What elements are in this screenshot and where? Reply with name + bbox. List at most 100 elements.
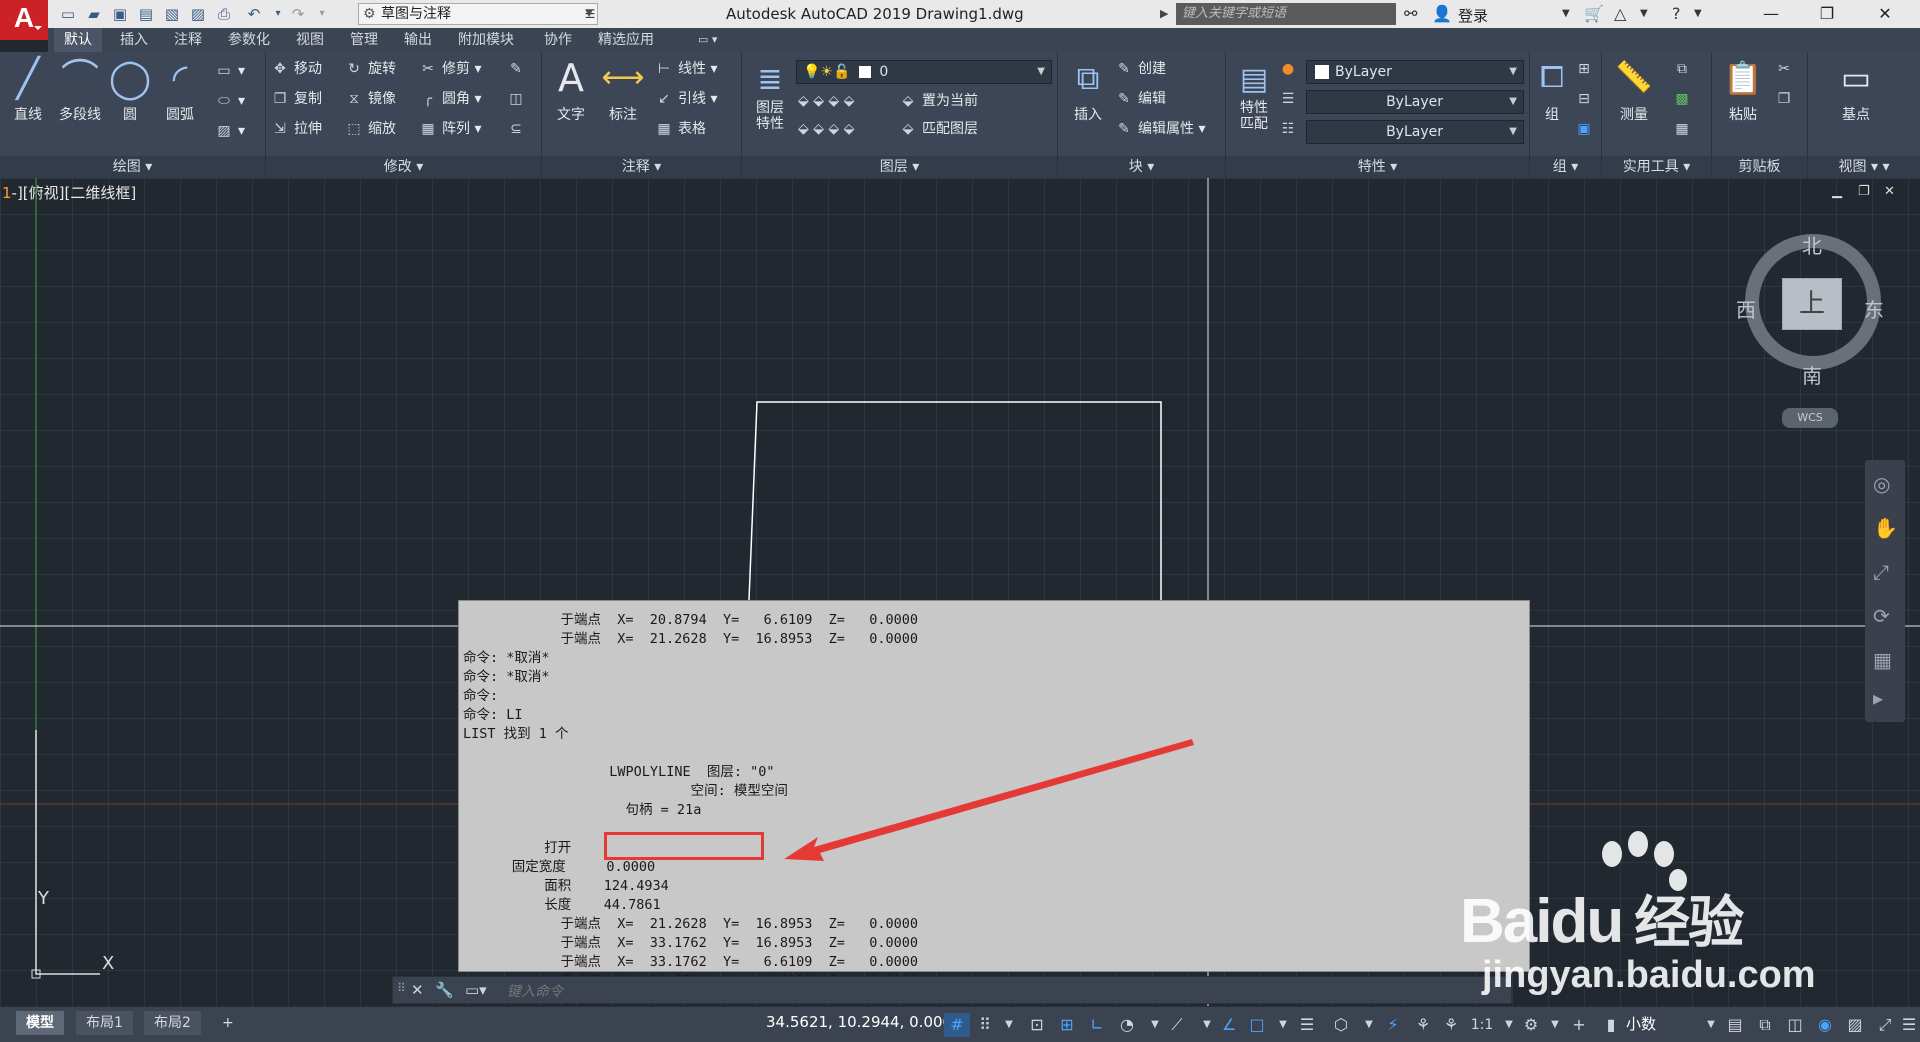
panel-annotation-title[interactable]: 注释 ▾ [542, 156, 741, 178]
wcs-menu[interactable]: WCS [1782, 408, 1838, 428]
snap-dropdown-icon[interactable]: ▼ [996, 1013, 1022, 1037]
insert-button[interactable]: ⧉ 插入 [1062, 56, 1114, 124]
fullscreen-icon[interactable]: ⤢ [1872, 1013, 1898, 1037]
dynamic-input-icon[interactable]: ⊞ [1054, 1013, 1080, 1037]
cart-icon[interactable]: 🛒 [1584, 3, 1604, 25]
wrench-icon[interactable]: 🔧 [435, 981, 454, 999]
isolate-objects-icon[interactable]: ◫ [1782, 1013, 1808, 1037]
linetype-dropdown[interactable]: ByLayer ▼ [1306, 90, 1524, 114]
panel-properties-title[interactable]: 特性 ▾ [1226, 156, 1529, 178]
workspace-dropdown-icon[interactable]: ▼ [1542, 1013, 1568, 1037]
a360-icon[interactable]: △ [1614, 3, 1626, 25]
lineweight-icon[interactable]: ☷ [1278, 118, 1302, 140]
edit-block-button[interactable]: ✎ 编辑 [1114, 88, 1166, 110]
edit-attribute-button[interactable]: ✎ 编辑属性 ▾ [1114, 118, 1205, 140]
search-input[interactable]: 键入关键字或短语 [1176, 3, 1396, 25]
erase-icon[interactable]: ✎ [506, 58, 530, 80]
isodraft-icon[interactable]: ⟋ [1164, 1013, 1190, 1037]
tab-featured-apps[interactable]: 精选应用 [588, 28, 664, 52]
workspace-gear-icon[interactable]: ⚙ [1518, 1013, 1544, 1037]
units-dropdown-icon[interactable]: ▼ [1698, 1013, 1724, 1037]
linetype-icon[interactable]: ☰ [1278, 88, 1302, 110]
tab-manage[interactable]: 管理 [340, 28, 388, 52]
save-as-icon[interactable]: ▤ [136, 4, 156, 24]
add-layout-icon[interactable]: + [212, 1011, 244, 1035]
showmotion-icon[interactable]: ▦ [1873, 648, 1892, 672]
arc-button[interactable]: ◜ 圆弧 [156, 56, 204, 124]
tab-view[interactable]: 视图 [286, 28, 334, 52]
help-dropdown-icon[interactable]: ▼ [1694, 3, 1702, 25]
qat-customize-icon[interactable]: ☰ [580, 4, 600, 24]
trim-button[interactable]: ✂ 修剪 ▾ [418, 58, 481, 80]
lock-ui-icon[interactable]: ⧉ [1752, 1013, 1778, 1037]
scale-value[interactable]: 1:1 [1466, 1013, 1498, 1037]
ortho-icon[interactable]: ∟ [1084, 1013, 1110, 1037]
object-snap-dropdown-icon[interactable]: ▼ [1270, 1013, 1296, 1037]
annotation-visibility-icon[interactable]: ⚡ [1380, 1013, 1406, 1037]
tab-parametric[interactable]: 参数化 [218, 28, 280, 52]
navbar-options-icon[interactable]: ▸ [1873, 686, 1883, 710]
layer-tools-row2-icons[interactable]: ⬙ ⬙ ⬙ ⬙ [798, 118, 854, 140]
linear-button[interactable]: ⊢ 线性 ▾ [654, 58, 718, 80]
scale-button[interactable]: ⬚ 缩放 [344, 118, 396, 140]
steering-wheel-icon[interactable]: ◎ [1873, 472, 1890, 496]
redo-icon[interactable]: ↷ [288, 4, 308, 24]
help-icon[interactable]: ? [1672, 3, 1681, 25]
quick-select-icon[interactable]: ⧉ [1672, 58, 1696, 80]
line-button[interactable]: ╱ 直线 [4, 56, 52, 124]
plot-icon[interactable]: ⎙ [214, 4, 234, 24]
open-icon[interactable]: ▰ [84, 4, 104, 24]
panel-modify-title[interactable]: 修改 ▾ [266, 156, 541, 178]
transparency-icon[interactable]: ⬡ [1328, 1013, 1354, 1037]
copy-clip-icon[interactable]: ❐ [1774, 88, 1798, 110]
group-edit-icon[interactable]: ⊟ [1574, 88, 1598, 110]
tab-annotate[interactable]: 注释 [164, 28, 212, 52]
undo-dropdown-icon[interactable]: ▾ [268, 4, 288, 24]
match-layer-button[interactable]: ⬙ 匹配图层 [898, 118, 978, 140]
cut-icon[interactable]: ✂ [1774, 58, 1798, 80]
group-button[interactable]: ⧠ 组 [1532, 56, 1572, 124]
layout-tab-1[interactable]: 布局1 [76, 1011, 133, 1035]
leader-button[interactable]: ↙ 引线 ▾ [654, 88, 717, 110]
tab-insert[interactable]: 插入 [110, 28, 158, 52]
panel-layers-title[interactable]: 图层 ▾ [742, 156, 1057, 178]
lineweight-display-icon[interactable]: ☰ [1294, 1013, 1320, 1037]
layout-tab-2[interactable]: 布局2 [144, 1011, 201, 1035]
login-link[interactable]: 登录 [1458, 5, 1488, 26]
minimize-button[interactable]: — [1748, 0, 1794, 28]
ellipse-icon[interactable]: ⬭ ▾ [214, 90, 245, 112]
copy-button[interactable]: ❐ 复制 [270, 88, 322, 110]
workspace-select[interactable]: ⚙ 草图与注释 ▼ [358, 3, 598, 25]
calculator-icon[interactable]: ▦ [1672, 118, 1696, 140]
object-snap-tracking-icon[interactable]: ∠ [1216, 1013, 1242, 1037]
group-select-icon[interactable]: ▣ [1574, 118, 1598, 140]
clean-screen-icon[interactable]: ▨ [1842, 1013, 1868, 1037]
hatch-icon[interactable]: ▨ ▾ [214, 120, 245, 142]
cloud-save-icon[interactable]: ▨ [188, 4, 208, 24]
dimension-button[interactable]: ⟷ 标注 [598, 56, 648, 124]
hardware-acceleration-icon[interactable]: ◉ [1812, 1013, 1838, 1037]
paste-button[interactable]: 📋 粘贴 [1716, 56, 1770, 124]
stretch-button[interactable]: ⇲ 拉伸 [270, 118, 322, 140]
select-all-icon[interactable]: ▩ [1672, 88, 1696, 110]
create-block-button[interactable]: ✎ 创建 [1114, 58, 1166, 80]
measure-button[interactable]: 📏 测量 [1606, 56, 1662, 124]
grid-icon[interactable]: # [944, 1013, 970, 1037]
coordinate-readout[interactable]: 34.5621, 10.2944, 0.0000 [766, 1013, 962, 1031]
undo-icon[interactable]: ↶ [244, 4, 264, 24]
redo-dropdown-icon[interactable]: ▾ [312, 4, 332, 24]
pan-hand-icon[interactable]: ✋ [1873, 516, 1898, 540]
table-button[interactable]: ▦ 表格 [654, 118, 706, 140]
login-dropdown-icon[interactable]: ▼ [1562, 3, 1570, 25]
layer-tools-row1-icons[interactable]: ⬙ ⬙ ⬙ ⬙ [798, 90, 854, 112]
layer-properties-button[interactable]: ≣ 图层 特性 [746, 58, 794, 132]
tab-addins[interactable]: 附加模块 [448, 28, 524, 52]
grip-icon[interactable]: ⠿ [397, 981, 406, 995]
viewcube-east[interactable]: 东 [1864, 294, 1884, 323]
panel-utilities-title[interactable]: 实用工具 ▾ [1602, 156, 1711, 178]
layer-dropdown[interactable]: 💡☀🔓 0 ▼ [796, 60, 1052, 84]
snap-icon[interactable]: ⠿ [972, 1013, 998, 1037]
quick-properties-icon[interactable]: ▤ [1722, 1013, 1748, 1037]
tab-default[interactable]: 默认 [54, 28, 102, 52]
polar-icon[interactable]: ◔ [1114, 1013, 1140, 1037]
